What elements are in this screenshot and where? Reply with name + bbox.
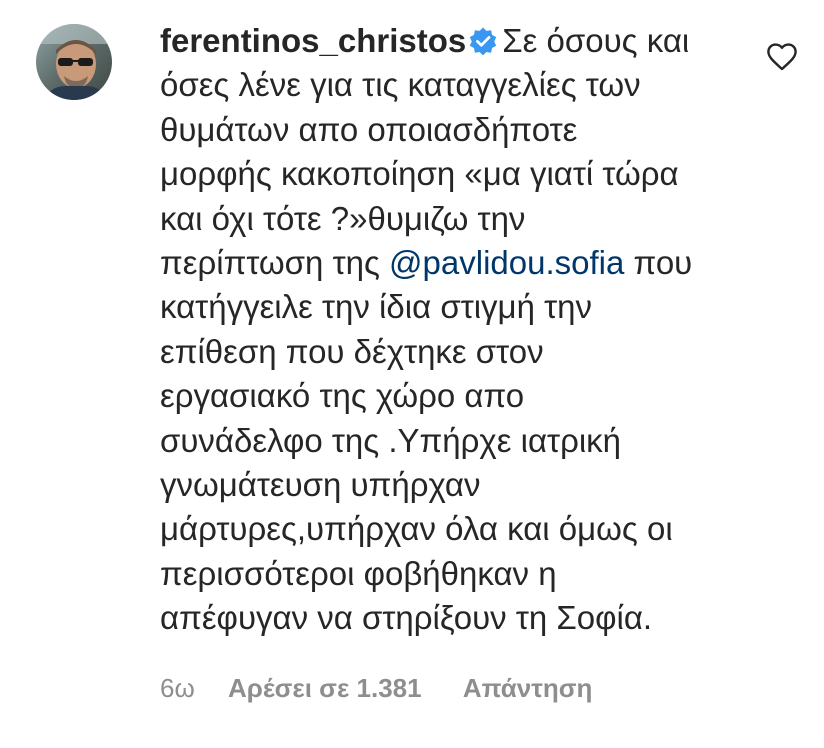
comment-line-text: που — [624, 244, 693, 282]
comment-line: απέφυγαν να στηρίξουν τη Σοφία. — [160, 599, 653, 637]
comment-line: εργασιακό της χώρο απο — [160, 377, 525, 415]
username-link[interactable]: ferentinos_christos — [160, 22, 466, 59]
comment-line: κατήγγειλε την ίδια στιγμή την — [160, 288, 592, 326]
comment-line: και όχι τότε ?»θυμιζω την — [160, 199, 526, 237]
timestamp[interactable]: 6ω — [160, 672, 195, 704]
mention-link[interactable]: @pavlidou.sofia — [389, 244, 624, 281]
comment-line-text: Σε όσους και — [502, 22, 690, 59]
comment-line: συνάδελφο της .Υπήρχε ιατρική — [160, 421, 622, 459]
comment-line: ferentinos_christos Σε όσους και — [160, 19, 740, 63]
comment-line: μορφής κακοποίηση «μα γιατί τώρα — [160, 155, 679, 193]
comment-text: ferentinos_christos Σε όσους και όσες λέν… — [160, 19, 740, 641]
avatar[interactable] — [36, 24, 112, 100]
comment-line: περίπτωση της @pavlidou.sofia που — [160, 241, 740, 285]
comment-line-text: περίπτωση της — [160, 244, 390, 282]
comment-line: περισσότεροι φοβήθηκαν η — [160, 554, 557, 592]
verified-badge-icon — [470, 27, 497, 56]
comment-line: όσες λένε για τις καταγγελίες των — [160, 66, 641, 104]
comment-line: γνωμάτευση υπήρχαν — [160, 466, 481, 504]
reply-button[interactable]: Απάντηση — [463, 672, 593, 704]
comment-line: επίθεση που δέχτηκε στον — [160, 332, 544, 370]
comment-line: μάρτυρες,υπήρχαν όλα και όμως οι — [160, 510, 673, 548]
avatar-photo — [36, 24, 112, 100]
comment-line: θυμάτων απο οποιασδήποτε — [160, 110, 578, 148]
comment-meta: 6ω Αρέσει σε 1.381 Απάντηση — [160, 672, 592, 704]
likes-count-button[interactable]: Αρέσει σε 1.381 — [228, 672, 422, 704]
heart-icon[interactable] — [765, 40, 799, 74]
